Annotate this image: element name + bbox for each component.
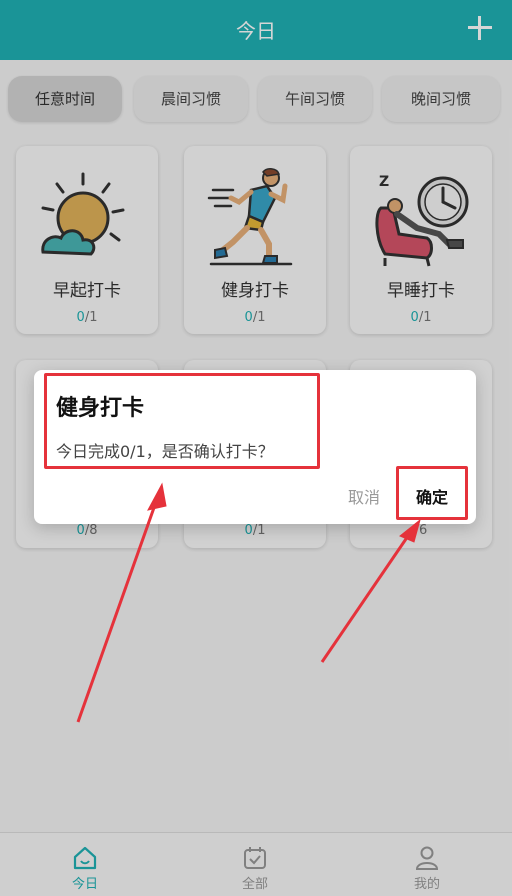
highlight-box-confirm xyxy=(396,466,468,520)
cancel-button[interactable]: 取消 xyxy=(348,484,380,508)
highlight-box-message xyxy=(44,373,320,469)
